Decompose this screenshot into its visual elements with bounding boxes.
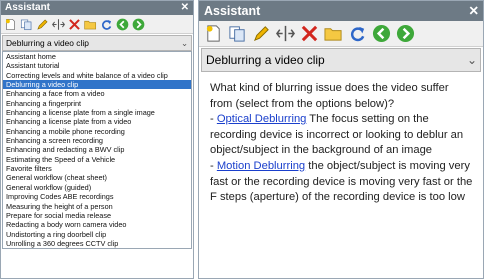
- topic-dropdown[interactable]: Deblurring a video clip ⌄: [201, 48, 481, 72]
- assistant-panel-left: Assistant ✕ Deblurring a video clip ⌄ As…: [0, 0, 194, 279]
- list-item[interactable]: Undistorting a ring doorbell clip: [3, 230, 191, 239]
- question-text: What kind of blurring issue does the vid…: [210, 82, 449, 110]
- list-item[interactable]: Enhancing a face from a video: [3, 89, 191, 98]
- assistant-content: What kind of blurring issue does the vid…: [199, 72, 483, 206]
- list-item[interactable]: Enhancing and redacting a BWV clip: [3, 145, 191, 154]
- back-arrow-icon[interactable]: [116, 18, 129, 31]
- refresh-icon[interactable]: [100, 18, 113, 31]
- dropdown-value: Deblurring a video clip: [6, 38, 89, 48]
- list-item[interactable]: Deblurring a video clip: [3, 80, 191, 90]
- toolbar: [199, 21, 483, 47]
- assistant-panel-right: Assistant ✕ Deblurring a video clip ⌄ Wh…: [198, 0, 484, 279]
- list-item[interactable]: Assistant tutorial: [3, 61, 191, 70]
- list-item[interactable]: Unrolling a 360 degrees CCTV clip: [3, 239, 191, 248]
- list-item[interactable]: General workflow (guided): [3, 183, 191, 192]
- chevron-down-icon: ⌄: [466, 53, 477, 67]
- topic-dropdown[interactable]: Deblurring a video clip ⌄: [2, 35, 192, 51]
- pencil-icon[interactable]: [36, 18, 49, 31]
- list-item[interactable]: Assistant home: [3, 52, 191, 61]
- list-item[interactable]: Measuring the height of a person: [3, 202, 191, 211]
- list-item[interactable]: Favorite filters: [3, 164, 191, 173]
- list-item[interactable]: Prepare for social media release: [3, 211, 191, 220]
- title-bar: Assistant ✕: [1, 1, 193, 15]
- list-item[interactable]: Improving Codes ABE recordings: [3, 192, 191, 201]
- back-arrow-icon[interactable]: [372, 24, 391, 43]
- new-icon[interactable]: [4, 18, 17, 31]
- copy-icon[interactable]: [20, 18, 33, 31]
- toolbar: [1, 15, 193, 34]
- panel-title: Assistant: [5, 2, 51, 13]
- open-folder-icon[interactable]: [84, 18, 97, 31]
- split-icon[interactable]: [52, 18, 65, 31]
- list-item[interactable]: Enhancing a license plate from a video: [3, 117, 191, 126]
- optical-deblurring-link[interactable]: Optical Deblurring: [217, 113, 307, 125]
- list-item[interactable]: General workflow (cheat sheet): [3, 173, 191, 182]
- list-item[interactable]: Enhancing a license plate from a single …: [3, 108, 191, 117]
- dash: -: [210, 113, 217, 126]
- new-icon[interactable]: [204, 24, 223, 43]
- list-item[interactable]: Estimating the Speed of a Vehicle: [3, 155, 191, 164]
- refresh-icon[interactable]: [348, 24, 367, 43]
- open-folder-icon[interactable]: [324, 24, 343, 43]
- option-optical: - Optical Deblurring The focus setting o…: [210, 112, 473, 159]
- list-item[interactable]: Enhancing a screen recording: [3, 136, 191, 145]
- close-icon[interactable]: ✕: [469, 1, 479, 21]
- forward-arrow-icon[interactable]: [132, 18, 145, 31]
- dash: -: [210, 159, 217, 172]
- list-item[interactable]: Enhancing a fingerprint: [3, 99, 191, 108]
- delete-icon[interactable]: [68, 18, 81, 31]
- pencil-icon[interactable]: [252, 24, 271, 43]
- list-item[interactable]: Enhancing a mobile phone recording: [3, 127, 191, 136]
- chevron-down-icon: ⌄: [180, 38, 188, 48]
- motion-deblurring-link[interactable]: Motion Deblurring: [217, 160, 305, 172]
- title-bar: Assistant ✕: [199, 1, 483, 21]
- option-motion: - Motion Deblurring the object/subject i…: [210, 159, 473, 206]
- forward-arrow-icon[interactable]: [396, 24, 415, 43]
- topic-list: Assistant home Assistant tutorial Correcti…: [2, 51, 192, 250]
- close-icon[interactable]: ✕: [181, 1, 189, 15]
- copy-icon[interactable]: [228, 24, 247, 43]
- dropdown-value: Deblurring a video clip: [206, 53, 325, 67]
- list-item[interactable]: Correcting levels and white balance of a…: [3, 71, 191, 80]
- panel-title: Assistant: [204, 4, 261, 18]
- list-item[interactable]: Redacting a body worn camera video: [3, 220, 191, 229]
- split-icon[interactable]: [276, 24, 295, 43]
- delete-icon[interactable]: [300, 24, 319, 43]
